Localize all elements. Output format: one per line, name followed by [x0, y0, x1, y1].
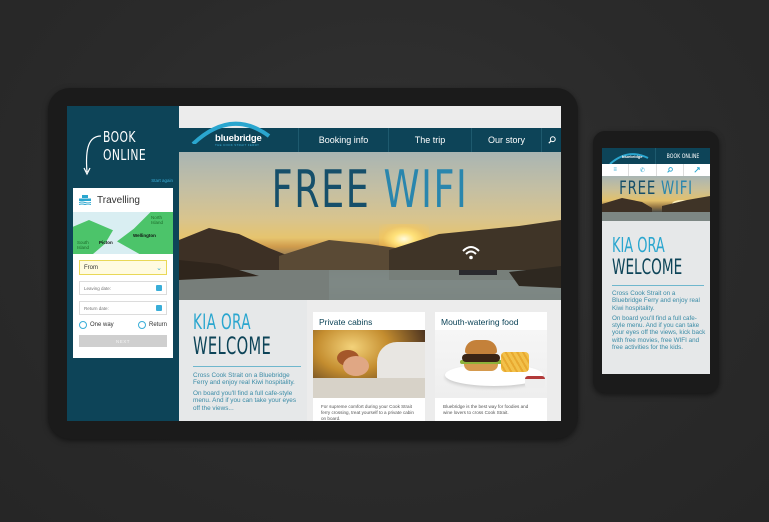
- route-map: North Island South Island Picton Welling…: [73, 212, 173, 254]
- return-label: Return: [148, 322, 167, 328]
- ramekin-shape: [525, 376, 545, 388]
- logo-tagline: THE COOK STRAIT FERRY: [215, 143, 260, 147]
- tablet-screen: BOOK ONLINE Start again Travelling North…: [67, 106, 561, 421]
- card-title: Mouth-watering food: [441, 317, 519, 327]
- hero-title: FREE WIFI: [221, 160, 519, 220]
- phone-icon[interactable]: ✆: [629, 164, 657, 176]
- radio-circle-icon[interactable]: [79, 321, 87, 329]
- patty-shape: [462, 354, 500, 362]
- from-select[interactable]: From ⌄: [79, 260, 167, 275]
- map-label-picton: Picton: [99, 240, 113, 245]
- radio-circle-icon[interactable]: [137, 321, 146, 329]
- tablet-device: BOOK ONLINE Start again Travelling North…: [48, 88, 578, 439]
- chevron-down-icon: ⌄: [156, 264, 162, 272]
- phone-logo-text: bluebridge: [622, 154, 643, 159]
- phone-screen: bluebridge BOOK ONLINE ≡ ✆ FREE WIFI KIA…: [602, 148, 710, 374]
- welcome-text: Cross Cook Strait on a Bluebridge Ferry …: [193, 372, 303, 415]
- from-select-value: From: [84, 264, 98, 271]
- bun-top-shape: [465, 340, 497, 354]
- hero-title-wifi: WIFI: [383, 160, 469, 220]
- phone-hero-title-free: FREE: [619, 177, 657, 199]
- nav-item-our-story[interactable]: Our story: [472, 128, 542, 152]
- welcome-panel: KIA ORA WELCOME Cross Cook Strait on a B…: [179, 300, 307, 421]
- card-title: Private cabins: [319, 317, 373, 327]
- phone-device: bluebridge BOOK ONLINE ≡ ✆ FREE WIFI KIA…: [593, 131, 719, 393]
- return-date-placeholder: Return date:: [84, 305, 109, 311]
- booking-sidebar: BOOK ONLINE Start again Travelling North…: [67, 106, 179, 421]
- return-radio[interactable]: Return: [137, 321, 167, 329]
- location-icon[interactable]: [684, 164, 710, 176]
- phone-welcome-text: Cross Cook Strait on a Bluebridge Ferry …: [612, 290, 706, 354]
- cabin-photo: [313, 330, 425, 398]
- booking-form: From ⌄ Leaving date: Return date: One wa…: [73, 254, 173, 347]
- book-online-heading: BOOK ONLINE: [103, 128, 146, 164]
- phone-welcome-heading: WELCOME: [612, 255, 683, 279]
- menu-icon[interactable]: ≡: [602, 164, 630, 176]
- card-text: Bluebridge is the best way for foodies a…: [443, 404, 529, 415]
- one-way-radio[interactable]: One way: [79, 321, 114, 329]
- book-online-line1: BOOK: [103, 128, 136, 146]
- bluebridge-logo[interactable]: bluebridge THE COOK STRAIT FERRY: [179, 121, 299, 152]
- content-section: KIA ORA WELCOME Cross Cook Strait on a B…: [179, 300, 561, 421]
- fries-shape: [501, 352, 529, 372]
- hero-banner[interactable]: FREE WIFI: [179, 152, 561, 300]
- phone-welcome-paragraph-1: Cross Cook Strait on a Bluebridge Ferry …: [612, 290, 700, 312]
- booking-widget: Travelling North Island South Island Pic…: [73, 188, 173, 358]
- divider: [612, 285, 704, 286]
- welcome-paragraph-2: On board you'll find a full cafe-style m…: [193, 389, 297, 412]
- return-date-input[interactable]: Return date:: [79, 301, 167, 315]
- sheet-shape: [313, 378, 425, 398]
- one-way-label: One way: [90, 322, 114, 328]
- map-label-wellington: Wellington: [133, 233, 156, 238]
- burger-photo: [435, 330, 547, 398]
- phone-book-online-button[interactable]: BOOK ONLINE: [661, 148, 704, 164]
- welcome-paragraph-1: Cross Cook Strait on a Bluebridge Ferry …: [193, 372, 295, 387]
- phone-welcome-paragraph-2: On board you'll find a full cafe-style m…: [612, 314, 706, 352]
- search-icon: [547, 136, 556, 144]
- kia-ora-heading: KIA ORA: [193, 310, 251, 334]
- widget-header: Travelling: [73, 188, 173, 212]
- map-label-north-island: North Island: [151, 215, 164, 225]
- wifi-icon: [462, 246, 480, 260]
- trip-type-radios: One way Return: [79, 321, 167, 329]
- phone-hero-banner[interactable]: FREE WIFI: [602, 176, 710, 221]
- phone-icon-bar: ≡ ✆: [602, 164, 710, 176]
- phone-kia-ora-heading: KIA ORA: [612, 233, 665, 257]
- search-icon[interactable]: [657, 164, 684, 176]
- card-mouth-watering-food[interactable]: Mouth-watering food Bluebridge is the be…: [435, 312, 547, 421]
- phone-welcome-panel: KIA ORA WELCOME Cross Cook Strait on a B…: [602, 221, 710, 374]
- hero-title-free: FREE: [271, 160, 371, 220]
- next-button[interactable]: NEXT: [79, 335, 167, 347]
- phone-logo[interactable]: bluebridge: [602, 148, 656, 164]
- bun-bottom-shape: [464, 363, 498, 371]
- calendar-icon[interactable]: [156, 285, 162, 291]
- nav-item-the-trip[interactable]: The trip: [389, 128, 472, 152]
- divider: [193, 366, 301, 367]
- leaving-date-placeholder: Leaving date:: [84, 285, 112, 291]
- main-content: bluebridge THE COOK STRAIT FERRY Booking…: [179, 106, 561, 421]
- main-nav: bluebridge THE COOK STRAIT FERRY Booking…: [179, 121, 561, 152]
- card-private-cabins[interactable]: Private cabins For supreme comfort durin…: [313, 312, 425, 421]
- calendar-icon[interactable]: [156, 305, 162, 311]
- start-again-link[interactable]: Start again: [151, 178, 173, 183]
- hills-landscape: [179, 220, 561, 300]
- ferry-icon: [79, 195, 91, 205]
- book-online-line2: ONLINE: [103, 146, 147, 164]
- nav-item-booking-info[interactable]: Booking info: [299, 128, 389, 152]
- map-label-south-island: South Island: [77, 240, 90, 250]
- phone-nav: bluebridge BOOK ONLINE: [602, 148, 710, 164]
- widget-title: Travelling: [97, 194, 140, 206]
- search-button[interactable]: [542, 128, 561, 152]
- face-shape: [343, 356, 369, 376]
- curved-arrow-icon: [83, 135, 102, 176]
- leaving-date-input[interactable]: Leaving date:: [79, 281, 167, 295]
- welcome-heading: WELCOME: [193, 332, 272, 360]
- phone-hero-title-wifi: WIFI: [661, 177, 693, 199]
- card-text: For supreme comfort during your Cook Str…: [321, 404, 414, 421]
- phone-hero-title: FREE WIFI: [614, 177, 698, 199]
